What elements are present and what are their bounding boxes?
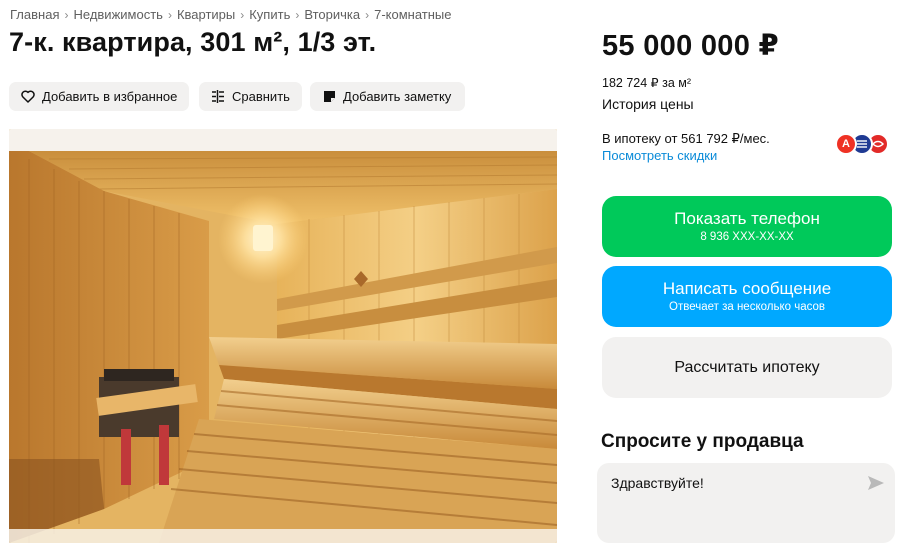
chevron-right-icon: › (64, 7, 69, 22)
price-history-link[interactable]: История цены (602, 96, 694, 112)
compare-icon (210, 89, 226, 105)
add-note-button[interactable]: Добавить заметку (310, 82, 465, 111)
chevron-right-icon: › (167, 7, 172, 22)
calculate-mortgage-label: Рассчитать ипотеку (674, 358, 820, 376)
add-note-label: Добавить заметку (343, 89, 452, 104)
price: 55 000 000 ₽ (602, 30, 779, 62)
note-icon (321, 89, 337, 105)
send-icon[interactable] (867, 475, 885, 491)
breadcrumb-item-apartments[interactable]: Квартиры (177, 7, 235, 22)
breadcrumb-item-buy[interactable]: Купить (249, 7, 290, 22)
breadcrumb-item-home[interactable]: Главная (10, 7, 59, 22)
bank-logos[interactable]: А (835, 133, 891, 155)
compare-label: Сравнить (232, 89, 290, 104)
ask-seller-input[interactable]: Здравствуйте! (597, 463, 895, 543)
price-per-square-meter: 182 724 ₽ за м² (602, 76, 691, 90)
listing-photo[interactable] (9, 129, 557, 543)
alfa-bank-icon: А (835, 133, 857, 155)
sauna-photo-image (9, 129, 557, 543)
write-message-button[interactable]: Написать сообщение Отвечает за несколько… (602, 266, 892, 327)
chevron-right-icon: › (365, 7, 370, 22)
add-to-favorites-button[interactable]: Добавить в избранное (9, 82, 189, 111)
mortgage-from-text: В ипотеку от 561 792 ₽/мес. (602, 131, 770, 146)
masked-phone-number: 8 936 XXX-XX-XX (700, 230, 794, 243)
listing-title: 7-к. квартира, 301 м², 1/3 эт. (9, 27, 377, 57)
calculate-mortgage-button[interactable]: Рассчитать ипотеку (602, 337, 892, 398)
chevron-right-icon: › (240, 7, 245, 22)
show-phone-button[interactable]: Показать телефон 8 936 XXX-XX-XX (602, 196, 892, 257)
breadcrumb: Главная › Недвижимость › Квартиры › Купи… (10, 7, 451, 22)
response-time-text: Отвечает за несколько часов (669, 300, 825, 313)
add-to-favorites-label: Добавить в избранное (42, 89, 178, 104)
breadcrumb-item-realty[interactable]: Недвижимость (73, 7, 162, 22)
breadcrumb-item-7-rooms[interactable]: 7-комнатные (374, 7, 451, 22)
compare-button[interactable]: Сравнить (199, 82, 302, 111)
view-discounts-link[interactable]: Посмотреть скидки (602, 148, 717, 163)
breadcrumb-item-secondary[interactable]: Вторичка (304, 7, 360, 22)
ask-seller-title: Спросите у продавца (601, 431, 804, 452)
ask-seller-message[interactable]: Здравствуйте! (611, 475, 704, 491)
write-message-label: Написать сообщение (662, 278, 832, 298)
show-phone-label: Показать телефон (674, 208, 820, 228)
heart-icon (20, 89, 36, 105)
chevron-right-icon: › (295, 7, 300, 22)
